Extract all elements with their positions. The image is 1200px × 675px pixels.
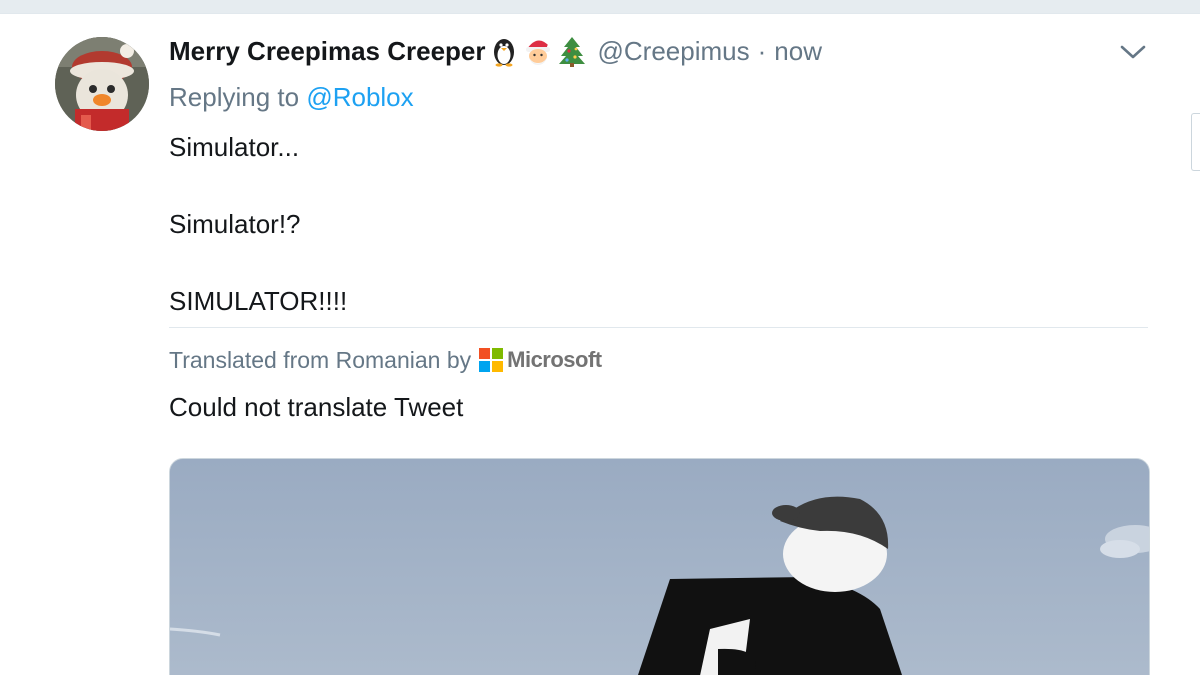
translation-result: Could not translate Tweet — [169, 392, 464, 422]
tweet-text-line: SIMULATOR!!!! — [169, 286, 348, 316]
reply-mention-link[interactable]: @Roblox — [306, 82, 413, 112]
tweet-text-line: Simulator!? — [169, 209, 301, 239]
translator-brand[interactable]: Microsoft — [507, 347, 602, 373]
replying-to-label: Replying to — [169, 82, 300, 112]
christmas-tree-emoji-icon — [556, 35, 588, 67]
tweet-header: Merry Creepimas Creeper @Creepimus · now — [169, 34, 822, 68]
tweet-text-line — [169, 244, 347, 283]
microsoft-logo-icon — [479, 348, 504, 372]
replying-to: Replying to @Roblox — [169, 82, 414, 113]
tweet-text-line — [169, 167, 347, 206]
side-panel-edge — [1191, 113, 1200, 171]
tweet-text-line: Simulator... — [169, 132, 300, 162]
tweet-text: Simulator... Simulator!? SIMULATOR!!!! — [169, 128, 347, 321]
more-options-button[interactable] — [1116, 38, 1150, 66]
header-separator: · — [757, 35, 767, 66]
display-name[interactable]: Merry Creepimas Creeper — [169, 36, 486, 67]
translation-divider — [169, 327, 1148, 328]
santa-emoji-icon — [522, 35, 554, 67]
chevron-down-icon — [1120, 45, 1146, 59]
translation-attribution: Translated from Romanian by Microsoft — [169, 344, 602, 376]
avatar[interactable] — [55, 37, 149, 131]
top-divider-band — [0, 0, 1200, 14]
penguin-emoji-icon — [488, 35, 520, 67]
tweet-media[interactable] — [169, 458, 1150, 675]
tweet-card[interactable]: Merry Creepimas Creeper @Creepimus · now… — [0, 14, 1200, 675]
avatar-image — [55, 37, 149, 131]
user-handle[interactable]: @Creepimus — [598, 36, 750, 67]
timestamp[interactable]: now — [774, 36, 822, 67]
tweet-page: Merry Creepimas Creeper @Creepimus · now… — [0, 0, 1200, 675]
translation-label: Translated from Romanian by — [169, 346, 472, 373]
media-image — [170, 459, 1149, 675]
